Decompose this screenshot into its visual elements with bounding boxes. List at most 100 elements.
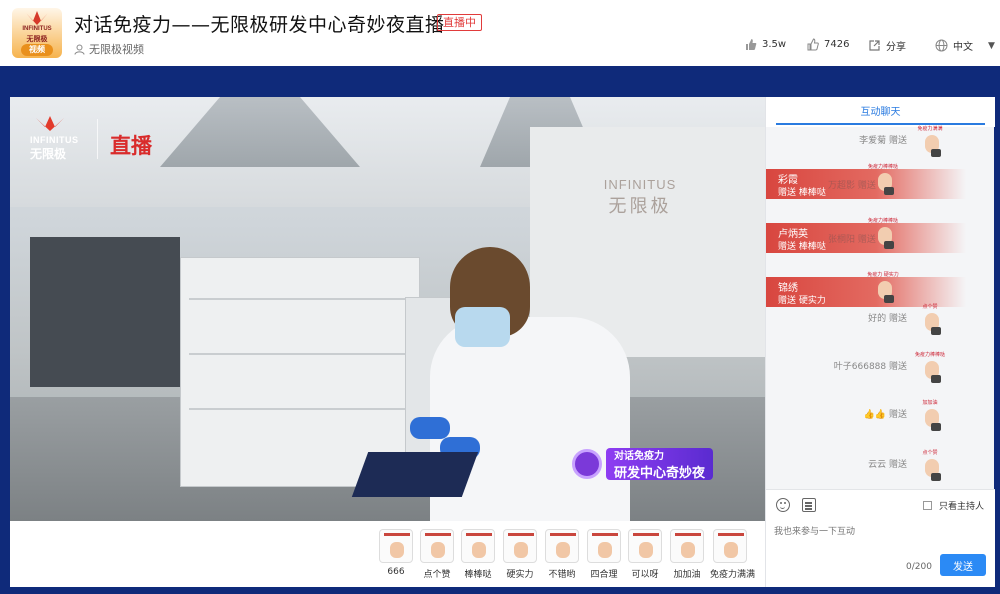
video-scene-tray <box>351 452 479 497</box>
gift-sticker-icon <box>713 529 747 563</box>
page-title: 对话免疫力——无限极研发中心奇妙夜直播 <box>74 14 445 36</box>
sticker-caption: 免疫力 硬实力 <box>867 272 899 278</box>
share-button[interactable]: 分享 <box>868 38 906 53</box>
chat-message-text: 李爱菊 赠送 <box>859 136 907 146</box>
user-icon <box>74 44 85 55</box>
sticker-caption: 加加油 <box>922 400 938 406</box>
gift-label: 免疫力满满 <box>710 570 756 580</box>
sticker-caption: 点个赞 <box>922 304 938 310</box>
chat-message-text: 叶子666888 赠送 <box>833 362 907 372</box>
gift-label: 加加油 <box>673 570 701 580</box>
gift-item[interactable]: 硬实力 <box>500 529 540 587</box>
chat-message: 好的 赠送 点个赞 <box>766 301 995 339</box>
live-badge: 直播中 <box>437 14 482 31</box>
video-logo-divider <box>97 119 98 159</box>
channel-link[interactable]: 无限极视频 <box>74 41 144 57</box>
chat-message-text: 👍👍 赠送 <box>863 410 907 420</box>
chevron-down-icon: ▼ <box>988 40 995 51</box>
gift-sticker-icon <box>545 529 579 563</box>
send-button[interactable]: 发送 <box>940 554 986 576</box>
gift-sticker-icon: 加加油 <box>913 399 947 433</box>
logo-tag: 视频 <box>21 44 53 56</box>
gift-banner: 卢炳英 赠送 棒棒哒 张桐阳 赠送 免疫力棒棒哒 <box>766 218 966 253</box>
gift-item[interactable]: 不错哟 <box>542 529 582 587</box>
chat-message: 叶子666888 赠送 免疫力棒棒哒 <box>766 349 995 387</box>
note-icon[interactable] <box>802 498 816 512</box>
gift-item[interactable]: 可以呀 <box>625 529 665 587</box>
video-promo-badge: 对话免疫力 研发中心奇妙夜 <box>572 447 714 481</box>
gift-banner-gift: 赠送 棒棒哒 <box>778 242 826 252</box>
gift-item[interactable]: 加加油 <box>667 529 707 587</box>
gift-label: 666 <box>387 567 405 577</box>
sticker-caption: 免疫力棒棒哒 <box>914 352 945 358</box>
gift-label: 硬实力 <box>506 570 534 580</box>
video-player[interactable]: INFINITUS 无限极 INFINITUS 无限极 直播 对话免疫力 研发中… <box>10 97 765 521</box>
tab-label: 互动聊天 <box>860 107 901 118</box>
gift-item[interactable]: 666 <box>376 529 416 587</box>
gift-sticker-icon <box>503 529 537 563</box>
gift-sticker-icon <box>461 529 495 563</box>
gift-sticker-icon <box>379 529 413 563</box>
video-scene-glove <box>410 417 450 439</box>
gift-banner: 彩霞 赠送 棒棒哒 万超影 赠送 免疫力棒棒哒 <box>766 164 966 199</box>
gift-banner-gift: 赠送 棒棒哒 <box>778 188 826 198</box>
gift-label: 点个赞 <box>423 570 451 580</box>
video-scene-cabinet <box>30 237 180 387</box>
logo-brand: INFINITUS <box>22 26 52 32</box>
thumb-icon <box>746 39 757 50</box>
host-only-checkbox[interactable] <box>923 501 932 510</box>
site-logo[interactable]: INFINITUS 无限极 视频 <box>12 8 62 58</box>
share-label: 分享 <box>886 42 906 53</box>
views-stat: 3.5w <box>744 38 786 51</box>
sticker-caption: 免疫力棒棒哒 <box>867 164 898 170</box>
chat-message-text: 云云 赠送 <box>868 460 907 470</box>
gift-item[interactable]: 棒棒哒 <box>458 529 498 587</box>
live-panel: INFINITUS 无限极 INFINITUS 无限极 直播 对话免疫力 研发中… <box>10 97 995 587</box>
sticker-caption: 免疫力满满 <box>917 126 943 132</box>
gift-sticker-icon <box>587 529 621 563</box>
gift-item[interactable]: 点个赞 <box>417 529 457 587</box>
chat-message: 云云 赠送 点个赞 <box>766 447 995 485</box>
host-only-label: 只看主持人 <box>939 502 985 512</box>
language-label: 中文 <box>953 42 973 53</box>
video-scene-mask <box>455 307 510 347</box>
chat-panel: 互动聊天 李爱菊 赠送 免疫力满满 彩霞 赠送 棒棒哒 万超影 赠送 免疫力棒棒… <box>765 97 995 587</box>
gift-item[interactable]: 四合理 <box>584 529 624 587</box>
gift-banner-name: 锦绣 <box>778 283 798 294</box>
chat-compose: 只看主持人 0/200 发送 <box>766 489 995 587</box>
language-select[interactable]: 中文 ▼ <box>935 38 995 53</box>
gift-sticker-icon <box>420 529 454 563</box>
video-logo: INFINITUS 无限极 <box>30 115 79 162</box>
gift-sticker-icon <box>670 529 704 563</box>
char-count: 0/200 <box>906 562 932 572</box>
promo-line2: 研发中心奇妙夜 <box>614 466 706 481</box>
gift-sticker-icon: 点个赞 <box>913 449 947 483</box>
sun-icon <box>26 11 48 25</box>
gift-sticker-icon: 免疫力棒棒哒 <box>913 351 947 385</box>
video-logo-en: INFINITUS <box>30 135 79 145</box>
likes-count: 7426 <box>824 39 850 50</box>
chat-message: 李爱菊 赠送 免疫力满满 <box>766 123 995 161</box>
gift-sticker-icon <box>628 529 662 563</box>
gift-sticker-icon: 免疫力满满 <box>913 125 947 159</box>
chat-message: 👍👍 赠送 加加油 <box>766 397 995 435</box>
like-icon <box>807 38 819 51</box>
views-count: 3.5w <box>762 39 787 50</box>
gift-sticker-icon: 点个赞 <box>913 303 947 337</box>
gift-label: 可以呀 <box>631 570 659 580</box>
like-button[interactable]: 7426 <box>806 38 849 51</box>
sticker-caption: 点个赞 <box>922 450 938 456</box>
chat-input[interactable] <box>774 520 986 544</box>
gift-banner-name: 彩霞 <box>778 175 798 186</box>
promo-line1: 对话免疫力 <box>614 451 664 462</box>
chat-message-text: 好的 赠送 <box>868 314 907 324</box>
gift-label: 不错哟 <box>548 570 576 580</box>
gift-sticker-icon: 免疫力棒棒哒 <box>866 217 906 257</box>
promo-ring-icon <box>572 449 602 479</box>
emoji-icon[interactable] <box>776 498 790 512</box>
header: INFINITUS 无限极 视频 对话免疫力——无限极研发中心奇妙夜直播 直播中… <box>0 0 1000 66</box>
gift-sticker-icon: 免疫力棒棒哒 <box>866 163 906 203</box>
gift-banner-name: 卢炳英 <box>778 229 808 240</box>
video-logo-cn: 无限极 <box>30 147 67 161</box>
gift-item[interactable]: 免疫力满满 <box>710 529 756 587</box>
